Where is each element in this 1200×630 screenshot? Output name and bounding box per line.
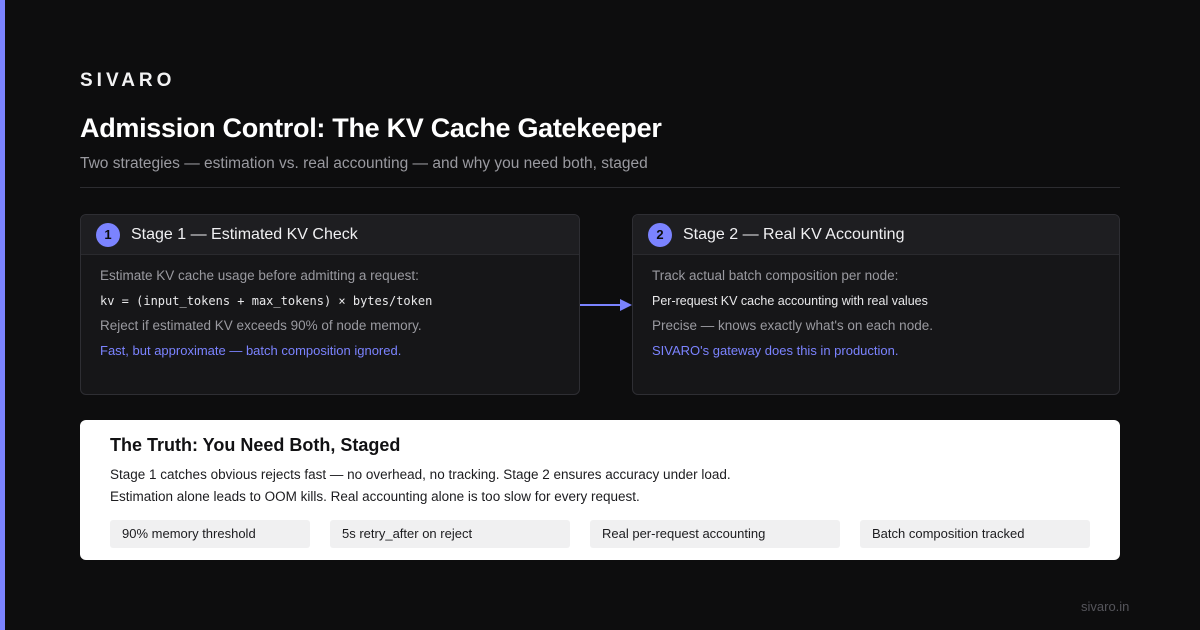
stage-1-line-reject: Reject if estimated KV exceeds 90% of no… [100,318,422,333]
stage-2-number-badge: 2 [648,222,672,247]
brand-logo: SIVARO [80,70,176,91]
page-subtitle: Two strategies — estimation vs. real acc… [80,155,648,172]
stage-1-header: 1 Stage 1 — Estimated KV Check [81,215,579,255]
stage-2-line-precise: Precise — knows exactly what's on each n… [652,318,933,333]
stage-1-title: Stage 1 — Estimated KV Check [131,225,358,243]
stage-2-note: SIVARO's gateway does this in production… [652,343,899,358]
stage-2-body: Track actual batch composition per node:… [633,255,1119,367]
divider [80,187,1120,188]
stage-2-title: Stage 2 — Real KV Accounting [683,225,905,243]
stage-1-card: 1 Stage 1 — Estimated KV Check Estimate … [80,214,580,395]
chip-batch-tracked: Batch composition tracked [860,520,1090,548]
truth-title: The Truth: You Need Both, Staged [110,435,401,455]
chip-retry-after: 5s retry_after on reject [330,520,570,548]
stage-1-note: Fast, but approximate — batch compositio… [100,343,402,358]
accent-bar [0,0,5,630]
stage-1-number-badge: 1 [96,222,120,247]
stage-2-header: 2 Stage 2 — Real KV Accounting [633,215,1119,255]
chip-real-accounting: Real per-request accounting [590,520,840,548]
arrow-right-icon [580,299,632,311]
stage-2-line-intro: Track actual batch composition per node: [652,268,899,283]
stage-1-formula: kv = (input_tokens + max_tokens) × bytes… [100,294,433,308]
page-title: Admission Control: The KV Cache Gatekeep… [80,113,662,143]
chip-memory-threshold: 90% memory threshold [110,520,310,548]
stage-1-line-intro: Estimate KV cache usage before admitting… [100,268,419,283]
truth-panel: The Truth: You Need Both, Staged Stage 1… [80,420,1120,560]
stage-2-card: 2 Stage 2 — Real KV Accounting Track act… [632,214,1120,395]
footer-url: sivaro.in [1081,599,1130,614]
stage-1-body: Estimate KV cache usage before admitting… [81,255,579,367]
truth-line-2: Estimation alone leads to OOM kills. Rea… [110,489,640,504]
truth-line-1: Stage 1 catches obvious rejects fast — n… [110,467,731,482]
stage-2-line-accounting: Per-request KV cache accounting with rea… [652,294,928,308]
